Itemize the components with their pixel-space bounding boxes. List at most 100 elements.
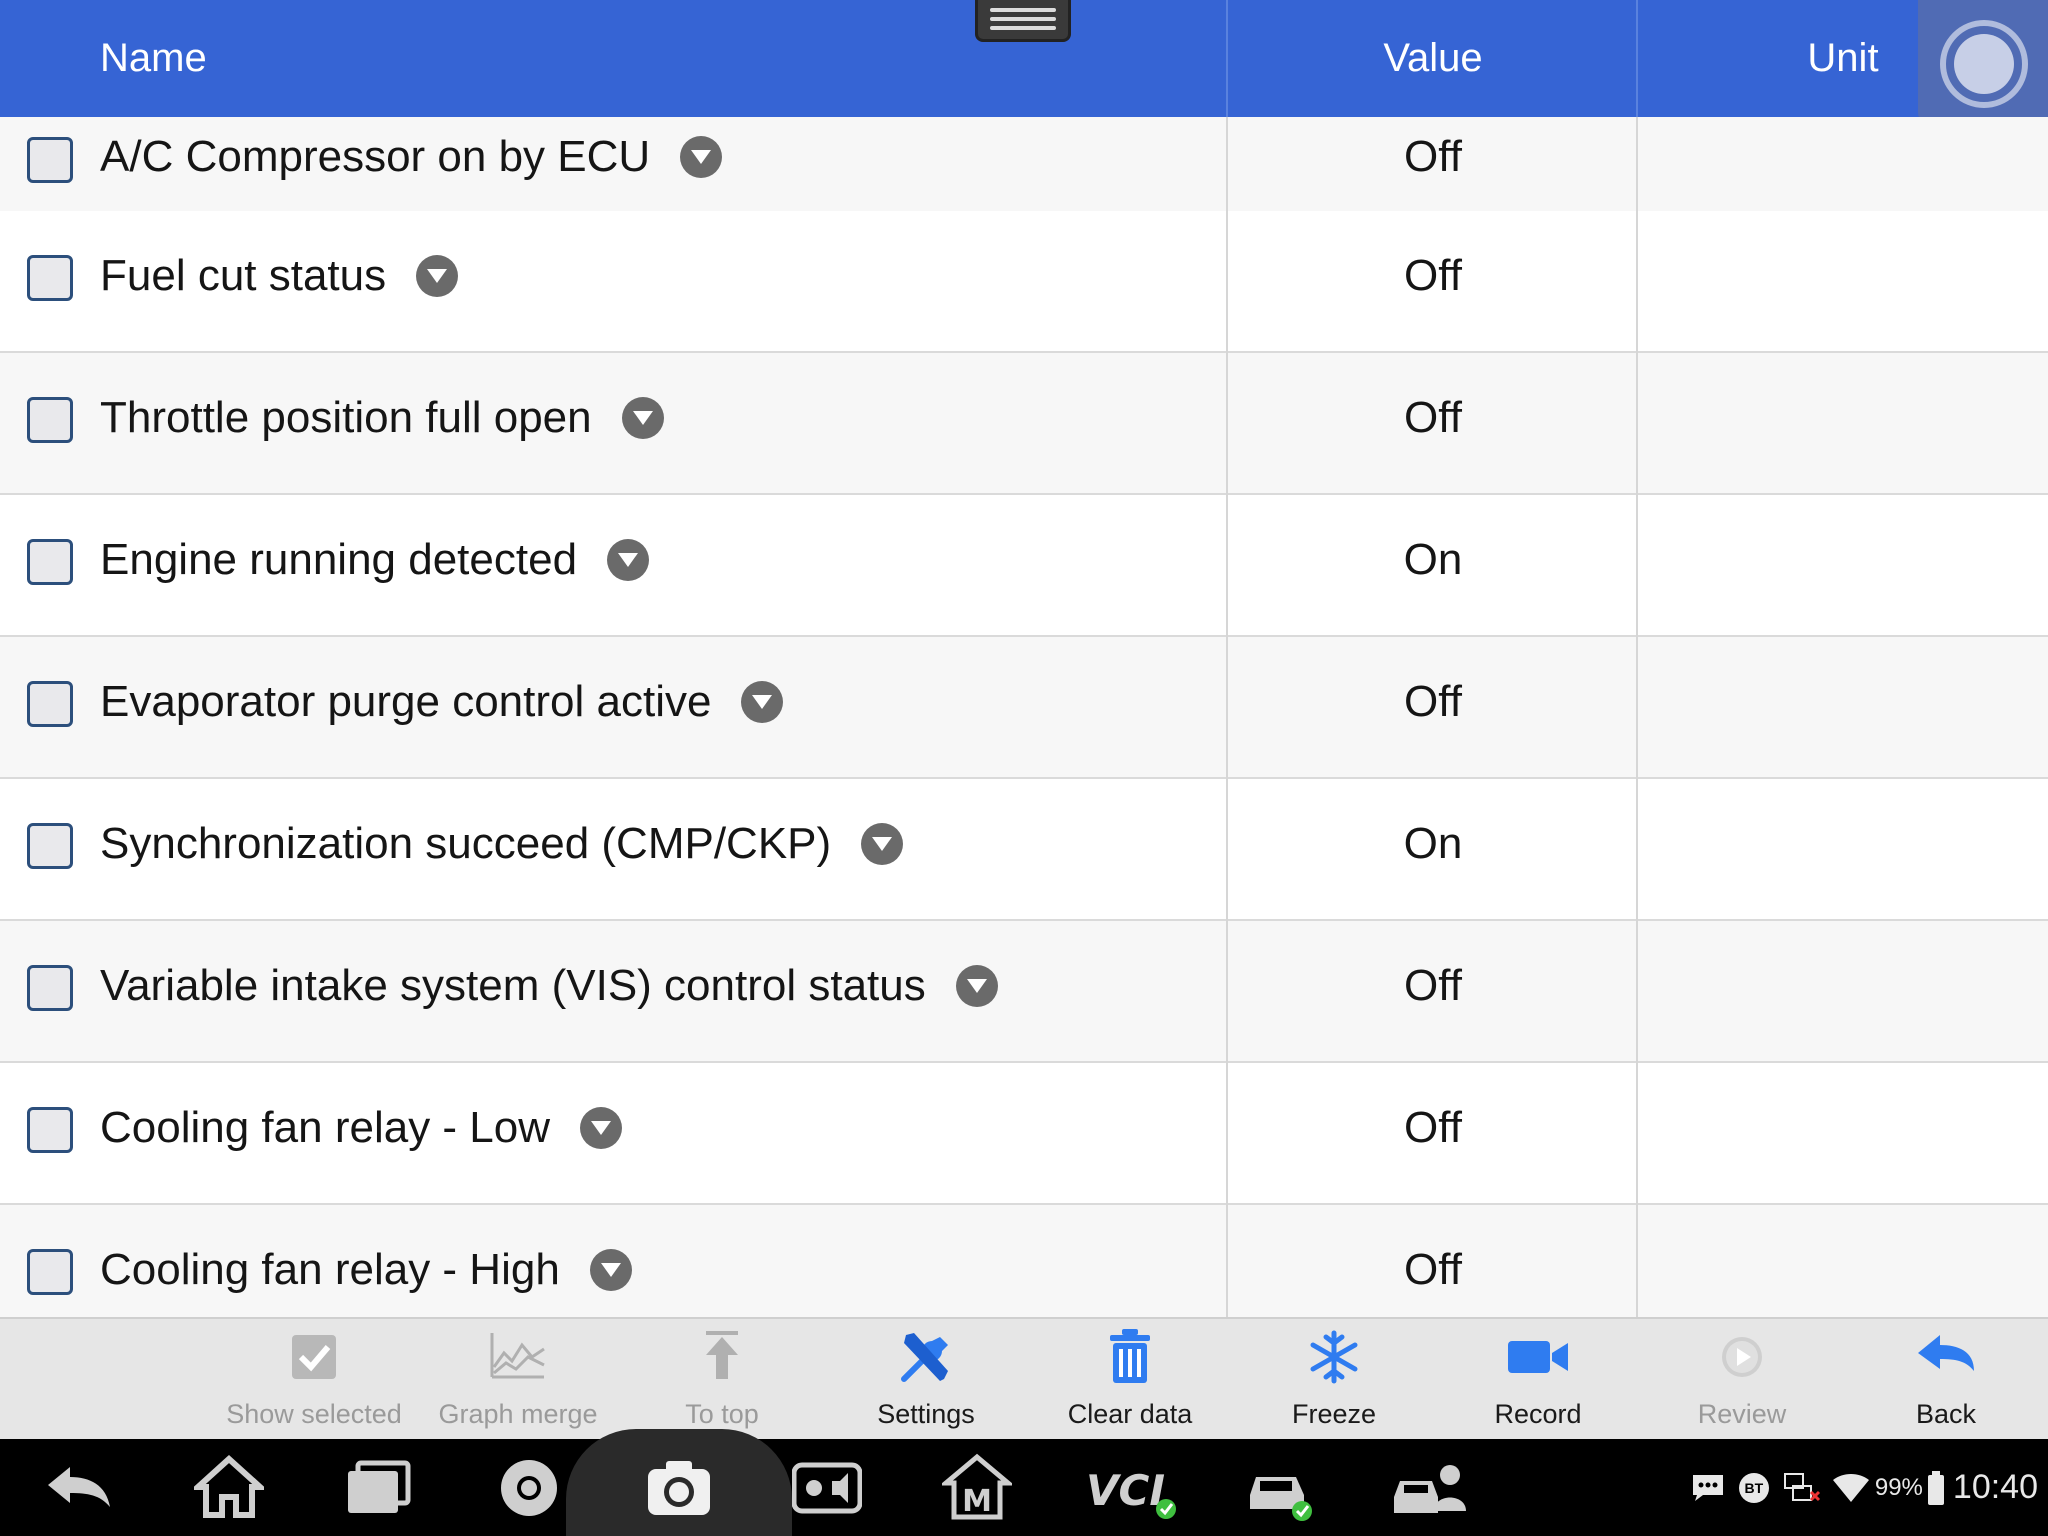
table-row[interactable]: Variable intake system (VIS) control sta… — [0, 921, 2048, 1063]
review-label: Review — [1697, 1399, 1787, 1429]
row-name: Engine running detected — [100, 535, 578, 584]
row-name: A/C Compressor on by ECU — [100, 132, 651, 181]
table-row[interactable]: Engine running detected On — [0, 495, 2048, 637]
row-name: Cooling fan relay - High — [100, 1245, 560, 1294]
chrome-icon[interactable] — [494, 1453, 564, 1523]
clock: 10:40 — [1952, 1468, 2038, 1506]
battery-percent: 99% — [1874, 1473, 1923, 1501]
brightness-volume-icon[interactable] — [792, 1453, 862, 1523]
clear-data-label: Clear data — [1067, 1399, 1193, 1429]
expand-arrow-icon[interactable] — [580, 1107, 623, 1149]
row-value: On — [1403, 819, 1463, 868]
play-circle-icon — [1722, 1337, 1762, 1377]
row-value: Off — [1404, 393, 1462, 442]
row-name: Variable intake system (VIS) control sta… — [100, 961, 926, 1010]
row-name: Fuel cut status — [100, 251, 387, 300]
graph-merge-button[interactable]: Graph merge — [416, 1319, 620, 1439]
header-value: Value — [1383, 36, 1483, 80]
camera-icon[interactable] — [644, 1453, 714, 1523]
table-row[interactable]: Throttle position full open Off — [0, 353, 2048, 495]
review-button[interactable]: Review — [1640, 1319, 1844, 1439]
row-checkbox[interactable] — [27, 1249, 73, 1295]
expand-arrow-icon[interactable] — [621, 397, 664, 439]
video-camera-icon — [1508, 1341, 1568, 1373]
svg-text:VCI: VCI — [1086, 1466, 1165, 1515]
car-check-icon[interactable] — [1244, 1453, 1314, 1523]
table-row[interactable]: Evaporator purge control active Off — [0, 637, 2048, 779]
row-checkbox[interactable] — [27, 681, 73, 727]
table-row[interactable]: Cooling fan relay - High Off — [0, 1205, 2048, 1317]
column-divider — [1226, 117, 1228, 1317]
settings-button[interactable]: Settings — [824, 1319, 1028, 1439]
bluetooth-badge: BT — [1738, 1472, 1769, 1503]
back-label: Back — [1915, 1399, 1977, 1429]
table-row[interactable]: Synchronization succeed (CMP/CKP) On — [0, 779, 2048, 921]
column-divider — [1636, 117, 1638, 1317]
expand-arrow-icon[interactable] — [680, 136, 723, 178]
row-checkbox[interactable] — [27, 1107, 73, 1153]
header-name: Name — [100, 36, 207, 80]
back-button[interactable]: Back — [1844, 1319, 2048, 1439]
back-arrow-icon — [1918, 1335, 1974, 1371]
expand-arrow-icon[interactable] — [861, 823, 904, 865]
bottom-toolbar: Show selected Graph merge To top Setting… — [0, 1317, 2048, 1439]
maxifix-icon[interactable]: M — [942, 1453, 1012, 1523]
vci-icon[interactable]: VCI — [1084, 1453, 1180, 1523]
row-name: Throttle position full open — [100, 393, 592, 442]
chat-notification-icon — [1692, 1474, 1723, 1501]
clear-data-button[interactable]: Clear data — [1028, 1319, 1232, 1439]
freeze-button[interactable]: Freeze — [1232, 1319, 1436, 1439]
expand-arrow-icon[interactable] — [955, 965, 998, 1007]
show-selected-label: Show selected — [226, 1399, 402, 1429]
row-checkbox[interactable] — [27, 539, 73, 585]
record-label: Record — [1494, 1399, 1582, 1429]
row-checkbox[interactable] — [27, 965, 73, 1011]
to-top-button[interactable]: To top — [620, 1319, 824, 1439]
table-row[interactable]: Fuel cut status Off — [0, 211, 2048, 353]
tools-icon — [901, 1333, 948, 1382]
record-button[interactable]: Record — [1436, 1319, 1640, 1439]
graph-merge-icon — [490, 1333, 545, 1379]
wifi-icon — [1832, 1473, 1869, 1502]
data-stream-list: A/C Compressor on by ECU Off Fuel cut st… — [0, 117, 2048, 1317]
recents-icon[interactable] — [344, 1453, 414, 1523]
expand-arrow-icon[interactable] — [416, 255, 459, 297]
row-checkbox[interactable] — [27, 397, 73, 443]
row-value: Off — [1404, 961, 1462, 1010]
table-row[interactable]: Cooling fan relay - Low Off — [0, 1063, 2048, 1205]
row-value: Off — [1404, 677, 1462, 726]
row-checkbox[interactable] — [27, 137, 73, 183]
live-data-screen: Name Value Unit A/C Compressor on by ECU… — [0, 0, 2048, 1536]
floating-assistive-button[interactable] — [1918, 0, 2048, 130]
row-value: On — [1403, 535, 1463, 584]
row-value: Off — [1404, 1103, 1462, 1152]
back-nav-icon[interactable] — [44, 1453, 114, 1523]
row-value: Off — [1404, 251, 1462, 300]
row-name: Synchronization succeed (CMP/CKP) — [100, 819, 832, 868]
svg-text:M: M — [962, 1484, 992, 1519]
row-name: Evaporator purge control active — [100, 677, 712, 726]
home-icon[interactable] — [194, 1453, 264, 1523]
row-value: Off — [1404, 132, 1462, 181]
to-top-icon — [706, 1331, 738, 1379]
trash-icon — [1110, 1329, 1150, 1383]
system-navigation-bar: M VCI BT 99% 10:40 — [0, 1429, 2048, 1536]
status-area: BT 99% 10:40 — [1691, 1439, 2038, 1536]
pull-down-handle-icon[interactable] — [975, 0, 1071, 42]
settings-label: Settings — [877, 1399, 975, 1429]
battery-icon — [1927, 1470, 1944, 1505]
freeze-label: Freeze — [1291, 1399, 1377, 1429]
graph-merge-label: Graph merge — [438, 1399, 598, 1429]
car-user-icon[interactable] — [1390, 1453, 1470, 1523]
checkbox-icon — [292, 1335, 336, 1379]
row-value: Off — [1404, 1245, 1462, 1294]
expand-arrow-icon[interactable] — [741, 681, 784, 723]
network-error-icon — [1783, 1472, 1820, 1501]
expand-arrow-icon[interactable] — [589, 1249, 632, 1291]
row-checkbox[interactable] — [27, 823, 73, 869]
show-selected-button[interactable]: Show selected — [212, 1319, 416, 1439]
to-top-label: To top — [685, 1399, 759, 1429]
row-checkbox[interactable] — [27, 255, 73, 301]
expand-arrow-icon[interactable] — [607, 539, 650, 581]
row-name: Cooling fan relay - Low — [100, 1103, 551, 1152]
